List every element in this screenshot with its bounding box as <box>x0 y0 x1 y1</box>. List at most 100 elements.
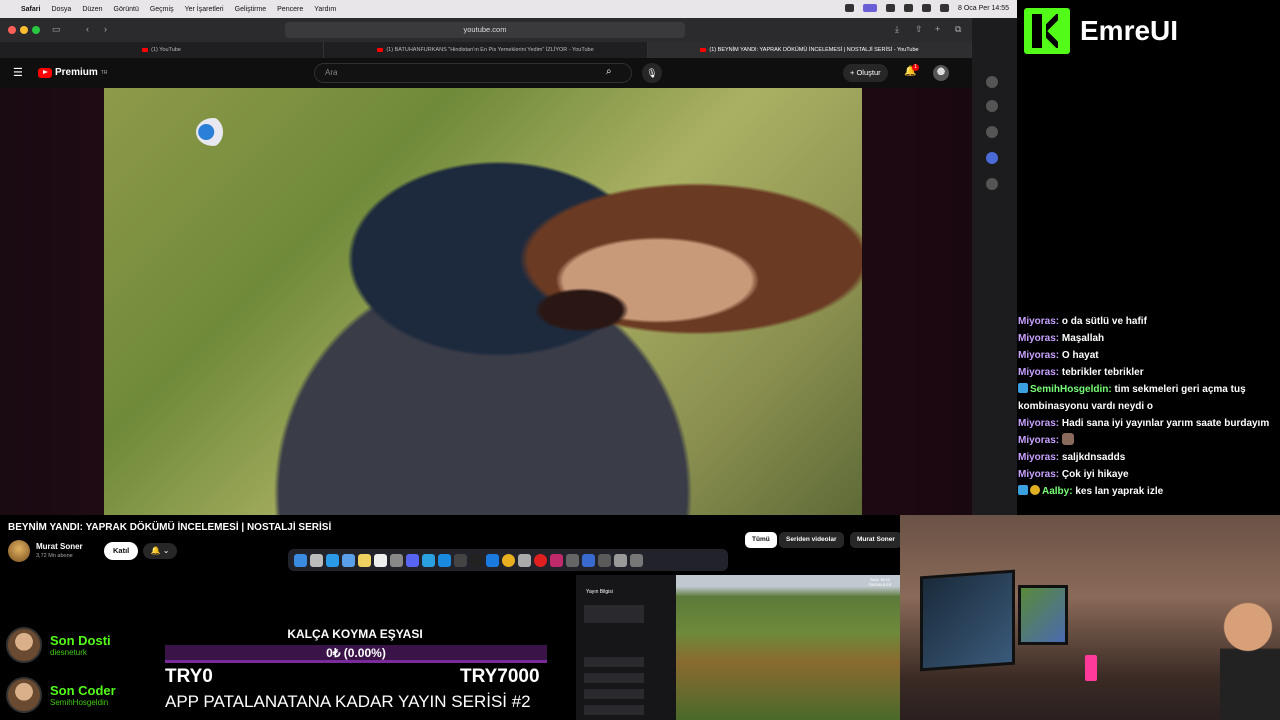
panel-row[interactable] <box>584 673 644 683</box>
chat-message: Aalby: kes lan yaprak izle <box>1018 483 1280 500</box>
forward-icon[interactable]: › <box>104 24 107 34</box>
menu-item-help[interactable]: Yardım <box>314 6 336 13</box>
youtube-favicon-icon <box>377 48 384 52</box>
channel-avatar[interactable] <box>8 540 30 562</box>
hamburger-menu-icon[interactable]: ☰ <box>13 66 23 79</box>
join-button[interactable]: Katıl <box>104 542 139 560</box>
app-icon[interactable] <box>582 553 595 567</box>
chat-message: Miyoras: o da sütlü ve hafif <box>1018 316 1147 327</box>
safari-icon[interactable] <box>326 553 339 567</box>
youtube-region: TR <box>100 69 108 76</box>
side-panel-icon[interactable] <box>986 76 998 88</box>
panel-row[interactable] <box>584 689 644 699</box>
menu-item-history[interactable]: Geçmiş <box>150 6 174 13</box>
video-title: BEYNİM YANDI: YAPRAK DÖKÜMÜ İNCELEMESİ |… <box>8 522 332 533</box>
tab-current-video[interactable]: (1) BEYNİM YANDI: YAPRAK DÖKÜMÜ İNCELEME… <box>648 42 972 58</box>
menu-item-edit[interactable]: Düzen <box>82 6 102 13</box>
share-icon[interactable]: ⇧ <box>915 24 923 35</box>
notes-icon[interactable] <box>358 553 371 567</box>
tab-youtube-home[interactable]: (1) YouTube <box>0 42 324 58</box>
menu-item-window[interactable]: Pencere <box>277 6 303 13</box>
menu-item-bookmarks[interactable]: Yer İşaretleri <box>185 6 224 13</box>
address-bar[interactable]: youtube.com <box>285 22 685 38</box>
menu-app-name[interactable]: Safari <box>21 6 40 13</box>
panel-row[interactable] <box>584 605 644 623</box>
safari-tab-bar: (1) YouTube (1) BATUHANFURKANS "Hindista… <box>0 42 972 58</box>
minimize-window-button[interactable] <box>20 26 28 34</box>
mail-icon[interactable] <box>342 553 355 567</box>
stream-dashboard-panel: Yayın Bilgisi <box>576 575 676 720</box>
download-icon[interactable]: ⤓ <box>895 24 899 35</box>
chat-message: Miyoras: saljkdnsadds <box>1018 452 1126 463</box>
panel-row[interactable] <box>584 705 644 715</box>
app-icon[interactable] <box>598 553 611 567</box>
chat-text: kes lan yaprak izle <box>1075 486 1164 497</box>
kick-logo-icon <box>1024 8 1070 54</box>
app-icon[interactable] <box>454 553 467 567</box>
side-panel-icon[interactable] <box>986 178 998 190</box>
supporter-title: Son Dosti <box>50 633 111 648</box>
search-input[interactable]: Ara <box>314 63 632 83</box>
chip-series-videos[interactable]: Seriden videolar <box>779 532 844 548</box>
stream-app-icon[interactable] <box>863 4 878 12</box>
app-icon[interactable] <box>566 553 579 567</box>
microphone-icon[interactable]: 🎙 <box>642 63 662 83</box>
close-window-button[interactable] <box>8 26 16 34</box>
tv-channel-logo <box>196 118 230 146</box>
side-panel-icon[interactable] <box>986 100 998 112</box>
chat-user: Miyoras <box>1018 316 1056 327</box>
subscriber-badge-icon <box>1018 383 1028 393</box>
channel-name[interactable]: Murat Soner <box>36 542 83 551</box>
control-center-icon[interactable] <box>940 4 950 12</box>
chat-user: SemihHosgeldin <box>1030 384 1109 395</box>
new-tab-icon[interactable]: + <box>935 24 940 34</box>
search-spotlight-icon[interactable] <box>922 4 932 12</box>
finder-icon[interactable] <box>294 553 307 567</box>
chip-channel[interactable]: Murat Soner <box>850 532 902 548</box>
chat-user: Miyoras <box>1018 418 1056 429</box>
app-store-icon[interactable] <box>486 553 499 567</box>
subscription-bell-button[interactable]: 🔔 ⌄ <box>143 543 177 559</box>
tab-batuhan-video[interactable]: (1) BATUHANFURKANS "Hindistan'ın En Pis … <box>324 42 648 58</box>
zoom-window-button[interactable] <box>32 26 40 34</box>
menu-item-develop[interactable]: Geliştirme <box>235 6 267 13</box>
back-icon[interactable]: ‹ <box>86 24 89 34</box>
youtube-logo[interactable]: Premium TR <box>38 67 107 78</box>
app-icon[interactable] <box>518 553 531 567</box>
wifi-icon[interactable] <box>904 4 914 12</box>
chat-user: Miyoras <box>1018 367 1056 378</box>
side-panel-icon[interactable] <box>986 126 998 138</box>
search-icon[interactable]: ⌕ <box>606 66 612 77</box>
chat-message: Miyoras: Çok iyi hikaye <box>1018 469 1129 480</box>
chip-all[interactable]: Tümü <box>745 532 777 548</box>
screen-record-icon[interactable] <box>845 4 855 12</box>
terminal-icon[interactable] <box>470 553 483 567</box>
opera-icon[interactable] <box>534 553 547 567</box>
telegram-icon[interactable] <box>422 553 435 567</box>
account-avatar[interactable] <box>933 65 949 81</box>
create-button[interactable]: + Oluştur <box>843 64 888 82</box>
settings-icon[interactable] <box>390 553 403 567</box>
stream-brand: EmreUI <box>1024 8 1178 54</box>
trash-icon[interactable] <box>630 553 643 567</box>
tab-overview-icon[interactable]: ⧉ <box>955 24 961 35</box>
side-panel-icon[interactable] <box>986 152 998 164</box>
downloads-icon[interactable] <box>614 553 627 567</box>
calendar-icon[interactable] <box>374 553 387 567</box>
video-frame[interactable] <box>104 88 862 515</box>
menu-item-view[interactable]: Görüntü <box>114 6 139 13</box>
launchpad-icon[interactable] <box>310 553 323 567</box>
app-icon[interactable] <box>438 553 451 567</box>
panel-title: Yayın Bilgisi <box>586 589 613 595</box>
webcam-feed <box>900 515 1280 720</box>
scenery-label: BAKI BENİ ÖNEMLİLER <box>868 577 892 587</box>
chrome-icon[interactable] <box>502 553 515 567</box>
battery-icon[interactable] <box>886 4 896 12</box>
menu-item-file[interactable]: Dosya <box>51 6 71 13</box>
app-icon[interactable] <box>550 553 563 567</box>
sidebar-toggle-icon[interactable]: ▭ <box>52 24 61 35</box>
discord-icon[interactable] <box>406 553 419 567</box>
chat-text: tebrikler tebrikler <box>1061 367 1144 378</box>
menubar-datetime[interactable]: 8 Oca Per 14:55 <box>958 5 1009 12</box>
panel-row[interactable] <box>584 657 644 667</box>
